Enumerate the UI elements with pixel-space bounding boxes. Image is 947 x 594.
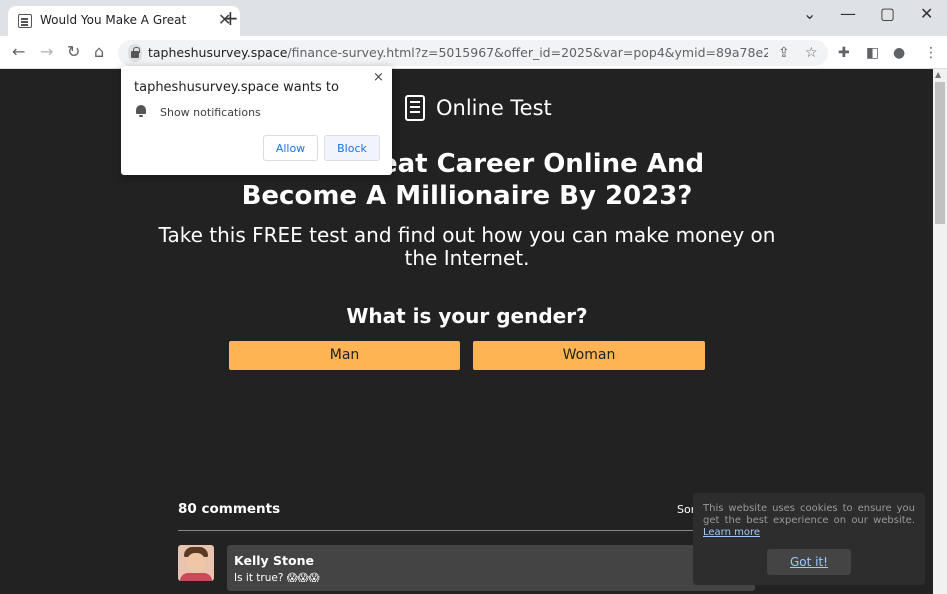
- close-icon[interactable]: ×: [373, 70, 384, 85]
- close-window-button[interactable]: ✕: [920, 4, 933, 23]
- block-button[interactable]: Block: [324, 135, 380, 161]
- url-path: /finance-survey.html?z=5015967&offer_id=…: [287, 45, 768, 60]
- extensions-puzzle-icon[interactable]: ✚: [838, 44, 850, 62]
- notification-permission-label: Show notifications: [160, 106, 261, 119]
- comment-author[interactable]: Kelly Stone: [234, 553, 314, 568]
- bell-icon: [136, 105, 146, 117]
- headline-line-2: Become A Millionaire By 2023?: [241, 181, 693, 211]
- back-arrow-icon[interactable]: ←: [12, 42, 25, 62]
- forward-arrow-icon[interactable]: →: [40, 42, 53, 62]
- site-logo-text: Online Test: [436, 96, 552, 120]
- profile-icon[interactable]: ●: [893, 44, 905, 62]
- cookie-learn-more-link[interactable]: Learn more: [703, 527, 760, 538]
- answer-man-button[interactable]: Man: [229, 341, 460, 370]
- allow-button[interactable]: Allow: [263, 135, 318, 161]
- menu-kebab-icon[interactable]: ⋮: [924, 44, 938, 62]
- comments-count: 80 comments: [178, 501, 281, 517]
- cookie-message: This website uses cookies to ensure you …: [703, 503, 915, 539]
- survey-question: What is your gender?: [346, 304, 588, 328]
- url-text[interactable]: tapheshusurvey.space/finance-survey.html…: [148, 45, 768, 60]
- minimize-button[interactable]: —: [840, 4, 856, 23]
- share-icon[interactable]: ⇪: [778, 44, 790, 62]
- scroll-up-arrow-icon[interactable]: ▲: [935, 70, 941, 79]
- maximize-button[interactable]: ▢: [880, 4, 895, 23]
- cookie-text: This website uses cookies to ensure you …: [703, 503, 915, 526]
- tab-title: Would You Make A Great Career: [40, 13, 190, 27]
- avatar: [178, 545, 214, 581]
- home-icon[interactable]: ⌂: [94, 42, 104, 62]
- cookie-accept-button[interactable]: Got it!: [767, 549, 851, 575]
- notification-title: tapheshusurvey.space wants to: [134, 80, 339, 95]
- url-host: tapheshusurvey.space: [148, 45, 288, 60]
- answer-woman-button[interactable]: Woman: [473, 341, 705, 370]
- new-tab-button[interactable]: +: [222, 8, 239, 28]
- side-panel-icon[interactable]: ◧: [866, 44, 879, 62]
- test-document-icon: [405, 95, 425, 121]
- comments-divider: [178, 530, 755, 531]
- tab-search-icon[interactable]: ⌄: [803, 4, 816, 23]
- lock-icon[interactable]: [128, 44, 142, 62]
- comment-text: Is it true? 😱😱😱: [234, 572, 320, 584]
- bookmark-star-icon[interactable]: ☆: [805, 44, 818, 62]
- page-favicon-icon: [18, 14, 32, 28]
- reload-icon[interactable]: ↻: [67, 42, 80, 62]
- comment-item: [227, 545, 755, 591]
- scrollbar-thumb[interactable]: [935, 82, 945, 224]
- browser-tab[interactable]: Would You Make A Great Career ✕: [8, 6, 240, 36]
- page-subheadline: Take this FREE test and find out how you…: [158, 223, 776, 270]
